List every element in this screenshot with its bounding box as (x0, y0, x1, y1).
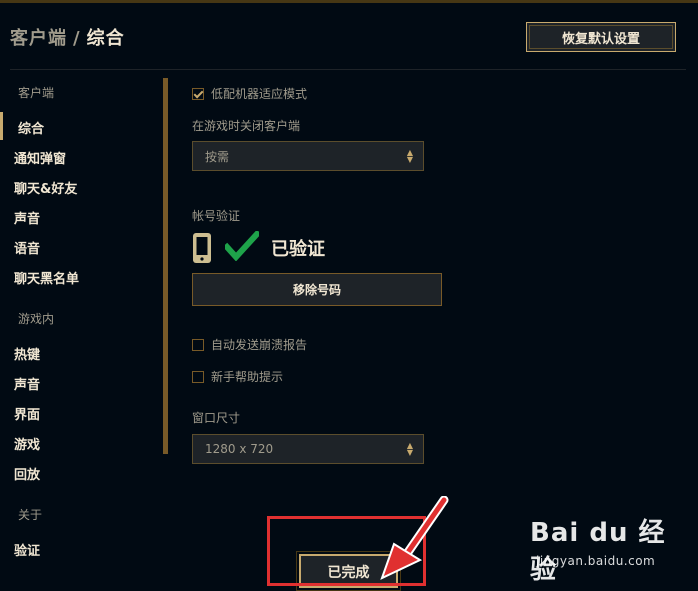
breadcrumb-root[interactable]: 客户端 (10, 28, 67, 49)
chevron-updown-icon: ▲ ▼ (406, 441, 413, 457)
sidebar-item-chat-friends[interactable]: 聊天&好友 (14, 178, 77, 197)
page-title: 客户端 / 综合 (10, 24, 125, 50)
sidebar-item-chat-blocklist[interactable]: 聊天黑名单 (14, 268, 79, 287)
sidebar-section-client: 客户端 (18, 86, 55, 100)
watermark-brand: Bai du 经验 (530, 518, 666, 585)
sidebar-section-ingame: 游戏内 (18, 312, 55, 326)
checkmark-icon (225, 231, 259, 261)
breadcrumb-current: 综合 (86, 28, 125, 49)
close-client-dropdown[interactable]: 按需 ▲ ▼ (192, 141, 424, 171)
crash-report-checkbox[interactable] (192, 338, 204, 351)
active-item-marker (0, 112, 3, 140)
chevron-updown-icon: ▲ ▼ (406, 148, 413, 164)
top-border (0, 0, 698, 3)
sidebar-item-hotkeys[interactable]: 热键 (14, 344, 40, 363)
low-spec-mode-checkbox[interactable] (192, 87, 204, 100)
sidebar-scrollbar[interactable] (163, 78, 168, 454)
settings-sidebar: 客户端 综合 通知弹窗 聊天&好友 声音 语音 聊天黑名单 游戏内 热键 声音 … (0, 70, 165, 584)
window-size-dropdown[interactable]: 1280 x 720 ▲ ▼ (192, 434, 424, 464)
verified-status: 已验证 (271, 239, 325, 260)
sidebar-item-interface[interactable]: 界面 (14, 404, 40, 423)
sidebar-item-notifications[interactable]: 通知弹窗 (14, 148, 66, 167)
breadcrumb-separator: / (73, 28, 81, 49)
crash-report-row[interactable]: 自动发送崩溃报告 (192, 336, 307, 353)
account-verification-label: 帐号验证 (192, 209, 241, 223)
sidebar-item-general[interactable]: 综合 (18, 118, 44, 137)
sidebar-item-ingame-sound[interactable]: 声音 (14, 374, 40, 393)
window-size-value: 1280 x 720 (205, 442, 274, 456)
close-client-value: 按需 (205, 149, 230, 164)
close-client-label: 在游戏时关闭客户端 (192, 119, 301, 133)
newbie-tips-checkbox[interactable] (192, 370, 204, 383)
newbie-tips-label: 新手帮助提示 (211, 370, 284, 384)
watermark-url: jingyan.baidu.com (536, 554, 656, 568)
sidebar-item-verification[interactable]: 验证 (14, 540, 40, 559)
annotation-arrow-icon (380, 496, 449, 580)
low-spec-mode-row[interactable]: 低配机器适应模式 (192, 85, 307, 102)
sidebar-item-game[interactable]: 游戏 (14, 434, 40, 453)
sidebar-item-replays[interactable]: 回放 (14, 464, 40, 483)
baidu-watermark: Bai du 经验 jingyan.baidu.com (530, 510, 690, 585)
restore-defaults-button[interactable]: 恢复默认设置 (526, 22, 676, 52)
sidebar-section-about: 关于 (18, 508, 43, 522)
newbie-tips-row[interactable]: 新手帮助提示 (192, 368, 283, 385)
sidebar-item-sound[interactable]: 声音 (14, 208, 40, 227)
remove-number-button[interactable]: 移除号码 (192, 273, 442, 306)
low-spec-mode-label: 低配机器适应模式 (211, 87, 308, 101)
window-size-label: 窗口尺寸 (192, 411, 241, 425)
crash-report-label: 自动发送崩溃报告 (211, 338, 308, 352)
sidebar-item-voice[interactable]: 语音 (14, 238, 40, 257)
phone-icon (193, 233, 211, 263)
